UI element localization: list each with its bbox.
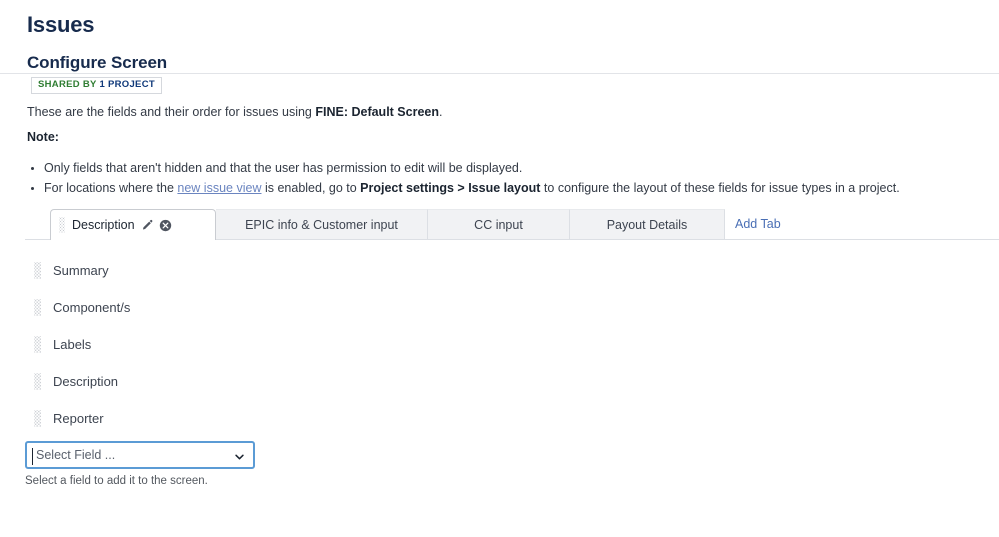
heading-divider bbox=[0, 73, 999, 74]
add-tab-label: Add Tab bbox=[735, 217, 781, 231]
field-label: Reporter bbox=[53, 411, 104, 426]
drag-handle-icon[interactable] bbox=[34, 410, 41, 427]
new-issue-view-link[interactable]: new issue view bbox=[177, 181, 261, 195]
drag-handle-icon[interactable] bbox=[34, 299, 41, 316]
remove-circle-icon[interactable] bbox=[159, 219, 172, 232]
drag-handle-icon[interactable] bbox=[34, 336, 41, 353]
tab-label: EPIC info & Customer input bbox=[245, 217, 398, 232]
badge-count: 1 bbox=[99, 79, 106, 90]
list-item[interactable]: Labels bbox=[34, 326, 434, 363]
note-item-2-middle: is enabled, go to bbox=[261, 181, 361, 195]
select-field-placeholder: Select Field ... bbox=[36, 448, 116, 462]
status-badge: SHARED BY 1 PROJECT bbox=[31, 77, 162, 94]
note-item-2-after: to configure the layout of these fields … bbox=[540, 181, 900, 195]
tab-label: CC input bbox=[474, 217, 523, 232]
list-item[interactable]: Description bbox=[34, 363, 434, 400]
badge-suffix: PROJECT bbox=[107, 79, 155, 90]
pencil-icon[interactable] bbox=[141, 219, 154, 232]
list-item: Only fields that aren't hidden and that … bbox=[27, 158, 900, 178]
tab-label: Description bbox=[72, 218, 135, 232]
note-label: Note: bbox=[27, 130, 59, 144]
tab-payout-details[interactable]: Payout Details bbox=[570, 209, 725, 239]
text-cursor bbox=[32, 448, 33, 465]
tab-strip: Description EPIC info & Customer input C… bbox=[25, 209, 999, 240]
list-item[interactable]: Summary bbox=[34, 252, 434, 289]
list-item[interactable]: Reporter bbox=[34, 400, 434, 437]
tab-description[interactable]: Description bbox=[50, 209, 216, 240]
select-field-dropdown[interactable]: Select Field ... bbox=[25, 441, 255, 469]
intro-screen-name: FINE: Default Screen bbox=[315, 105, 439, 119]
chevron-down-icon[interactable] bbox=[234, 450, 245, 461]
tab-label: Payout Details bbox=[606, 217, 688, 232]
intro-before: These are the fields and their order for… bbox=[27, 105, 316, 119]
page-title: Issues bbox=[27, 12, 95, 37]
note-item-1-text: Only fields that aren't hidden and that … bbox=[44, 161, 523, 175]
screen-field-list: Summary Component/s Labels Description R… bbox=[34, 252, 434, 437]
tab-epic-info-customer-input[interactable]: EPIC info & Customer input bbox=[216, 209, 428, 239]
badge-prefix: SHARED BY bbox=[38, 79, 97, 90]
field-label: Labels bbox=[53, 337, 92, 352]
intro-text: These are the fields and their order for… bbox=[27, 104, 442, 120]
field-label: Component/s bbox=[53, 300, 131, 315]
intro-after: . bbox=[439, 105, 443, 119]
add-tab-link[interactable]: Add Tab bbox=[735, 209, 781, 239]
tab-cc-input[interactable]: CC input bbox=[428, 209, 570, 239]
note-list: Only fields that aren't hidden and that … bbox=[27, 158, 900, 198]
drag-handle-icon[interactable] bbox=[34, 262, 41, 279]
note-item-2-bold: Project settings > Issue layout bbox=[360, 181, 541, 195]
note-item-2-before: For locations where the bbox=[44, 181, 178, 195]
select-field-hint: Select a field to add it to the screen. bbox=[25, 475, 208, 487]
drag-handle-icon[interactable] bbox=[59, 217, 65, 233]
drag-handle-icon[interactable] bbox=[34, 373, 41, 390]
list-item[interactable]: Component/s bbox=[34, 289, 434, 326]
section-heading: Configure Screen bbox=[27, 53, 168, 72]
field-label: Description bbox=[53, 374, 119, 389]
field-label: Summary bbox=[53, 263, 109, 278]
list-item: For locations where the new issue view i… bbox=[27, 178, 900, 198]
